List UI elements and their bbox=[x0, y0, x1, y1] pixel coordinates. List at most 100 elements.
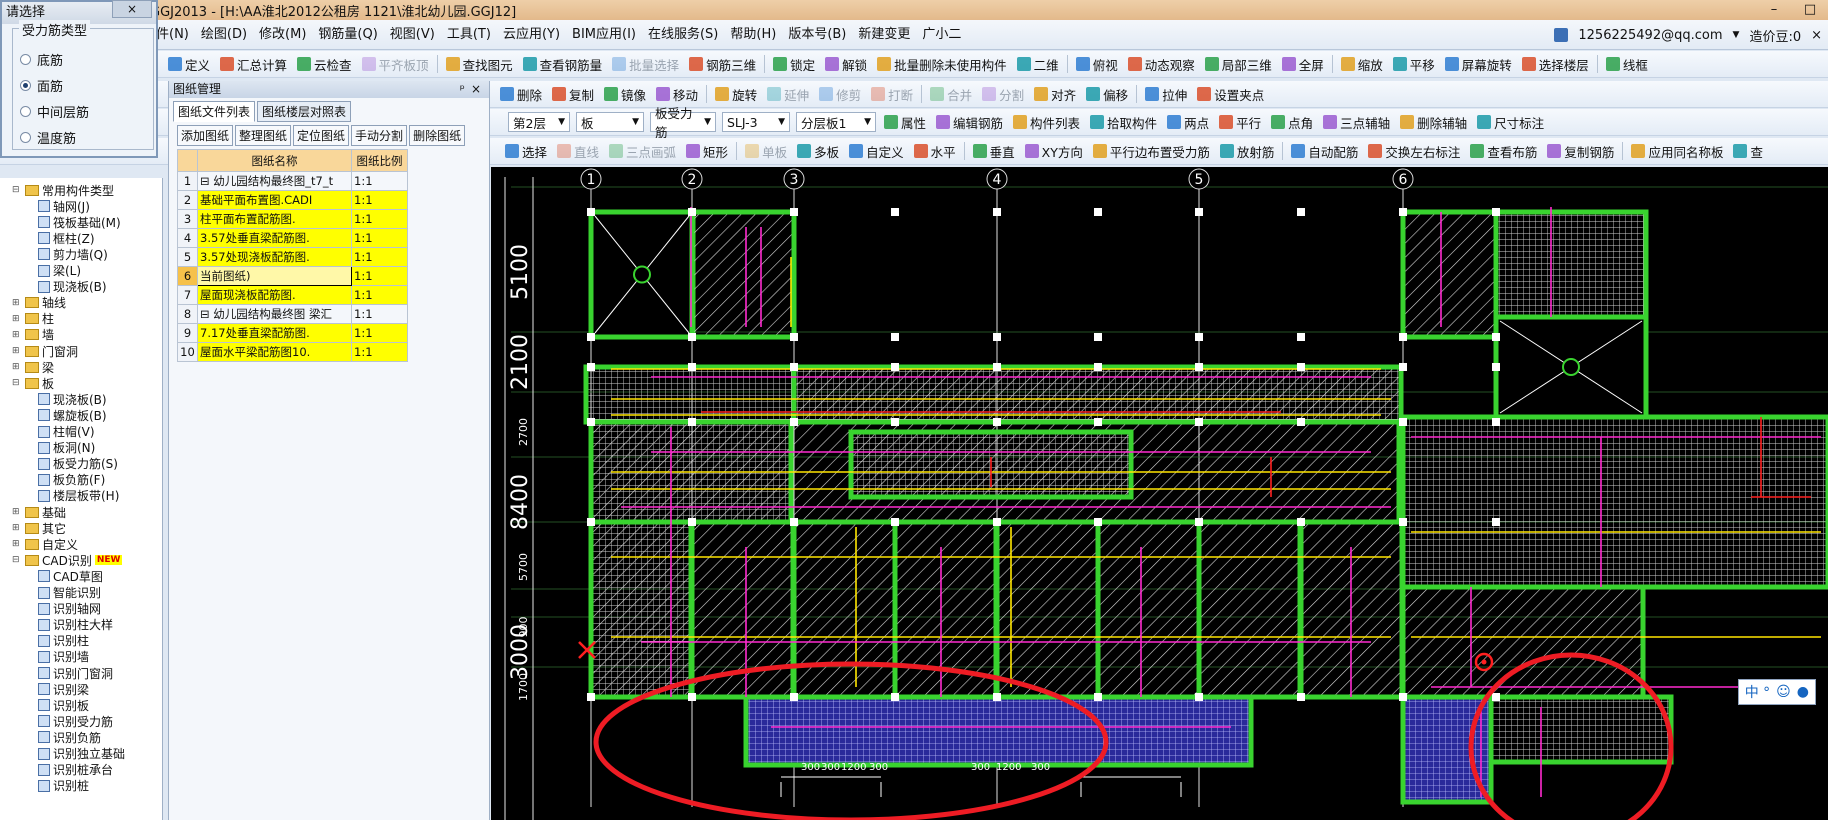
expand-icon[interactable]: ⊞ bbox=[12, 539, 22, 549]
panel-button-3[interactable]: 手动分割 bbox=[351, 125, 408, 146]
floor-select[interactable]: 第2层 ▼ bbox=[508, 112, 570, 132]
tree-item-7[interactable]: ⊞ 轴线 bbox=[12, 295, 66, 311]
menu-item-4[interactable]: 视图(V) bbox=[384, 20, 441, 50]
expand-icon[interactable]: ⊞ bbox=[12, 314, 22, 324]
menu-item-9[interactable]: 帮助(H) bbox=[724, 20, 782, 50]
toolbar2-btn-6[interactable]: 修剪 bbox=[814, 82, 866, 107]
component-btn-9[interactable]: 尺寸标注 bbox=[1472, 110, 1549, 135]
component-btn-6[interactable]: 点角 bbox=[1266, 110, 1318, 135]
toolbar1-btn-7[interactable]: 钢筋三维 bbox=[684, 52, 761, 77]
toolbar4-btn-10[interactable]: 平行边布置受力筋 bbox=[1088, 139, 1215, 164]
tree-item-16[interactable]: 板洞(N) bbox=[38, 440, 95, 456]
toolbar1-btn-3[interactable]: 平齐板顶 bbox=[357, 52, 434, 77]
tree-item-33[interactable]: 识别受力筋 bbox=[38, 713, 113, 729]
maximize-button[interactable]: □ bbox=[1792, 0, 1828, 20]
menu-item-2[interactable]: 修改(M) bbox=[253, 20, 312, 50]
toolbar2-btn-4[interactable]: 旋转 bbox=[710, 82, 762, 107]
table-row[interactable]: 6 当前图纸) 1:1 bbox=[177, 266, 408, 286]
toolbar4-btn-5[interactable]: 多板 bbox=[792, 139, 844, 164]
toolbar4-btn-12[interactable]: 自动配筋 bbox=[1286, 139, 1363, 164]
toolbar4-btn-3[interactable]: 矩形 bbox=[681, 139, 733, 164]
tree-item-17[interactable]: 板受力筋(S) bbox=[38, 456, 118, 472]
expand-icon[interactable]: ⊞ bbox=[12, 507, 22, 517]
toolbar4-btn-7[interactable]: 水平 bbox=[909, 139, 961, 164]
pin-icon[interactable]: ᵖ bbox=[460, 81, 465, 98]
menu-item-10[interactable]: 版本号(B) bbox=[782, 20, 852, 50]
radio-option-1[interactable]: 面筋 bbox=[20, 76, 63, 95]
tree-item-1[interactable]: 轴网(J) bbox=[38, 198, 90, 214]
tree-item-24[interactable]: CAD草图 bbox=[38, 568, 103, 584]
component-btn-7[interactable]: 三点辅轴 bbox=[1318, 110, 1395, 135]
tree-item-11[interactable]: ⊞ 梁 bbox=[12, 359, 54, 375]
expand-icon[interactable]: ⊟ bbox=[12, 185, 22, 195]
toolbar1-btn-18[interactable]: 屏幕旋转 bbox=[1440, 52, 1517, 77]
toolbar1-btn-0[interactable]: 定义 bbox=[163, 52, 215, 77]
tree-item-2[interactable]: 筏板基础(M) bbox=[38, 214, 121, 230]
layer-select[interactable]: 分层板1 ▼ bbox=[796, 112, 876, 132]
toolbar1-btn-5[interactable]: 查看钢筋量 bbox=[518, 52, 608, 77]
component-btn-0[interactable]: 属性 bbox=[879, 110, 931, 135]
cad-drawing[interactable]: 123456 510021002700840057009003000170030… bbox=[491, 167, 1828, 820]
tree-item-3[interactable]: 框柱(Z) bbox=[38, 230, 95, 246]
toolbar1-btn-20[interactable]: 线框 bbox=[1601, 52, 1653, 77]
tree-item-34[interactable]: 识别负筋 bbox=[38, 729, 101, 745]
toolbar4-btn-2[interactable]: 三点画弧 bbox=[604, 139, 681, 164]
emoji-icon[interactable]: ☺ bbox=[1776, 684, 1791, 700]
panel-tab-1[interactable]: 图纸楼层对照表 bbox=[257, 101, 352, 122]
tree-item-14[interactable]: 螺旋板(B) bbox=[38, 407, 107, 423]
radio-option-0[interactable]: 底筋 bbox=[20, 50, 63, 69]
account-dropdown-icon[interactable]: ▼ bbox=[1733, 30, 1740, 40]
menu-item-12[interactable]: 广小二 bbox=[916, 20, 967, 50]
radio-icon[interactable] bbox=[20, 54, 31, 65]
toolbar2-btn-9[interactable]: 分割 bbox=[977, 82, 1029, 107]
toolbar4-btn-17[interactable]: 查 bbox=[1728, 139, 1768, 164]
expand-icon[interactable]: ⊟ bbox=[12, 555, 22, 565]
toolbar4-btn-9[interactable]: XY方向 bbox=[1020, 139, 1088, 164]
component-btn-8[interactable]: 删除辅轴 bbox=[1395, 110, 1472, 135]
ime-bar[interactable]: 中 ° ☺ ● bbox=[1737, 679, 1816, 705]
menu-item-8[interactable]: 在线服务(S) bbox=[642, 20, 724, 50]
table-row[interactable]: 8 ⊟ 幼儿园结构最终图 梁汇 1:1 bbox=[177, 304, 408, 324]
panel-button-1[interactable]: 整理图纸 bbox=[235, 125, 292, 146]
tree-item-28[interactable]: 识别柱 bbox=[38, 633, 89, 649]
tree-item-26[interactable]: 识别轴网 bbox=[38, 601, 101, 617]
toolbar1-btn-19[interactable]: 选择楼层 bbox=[1517, 52, 1594, 77]
tree-item-4[interactable]: 剪力墙(Q) bbox=[38, 246, 108, 262]
tree-item-27[interactable]: 识别柱大样 bbox=[38, 617, 113, 633]
toolbar1-btn-6[interactable]: 批量选择 bbox=[607, 52, 684, 77]
toolbar1-btn-15[interactable]: 全屏 bbox=[1277, 52, 1329, 77]
toolbar4-btn-6[interactable]: 自定义 bbox=[844, 139, 909, 164]
close-window-button[interactable]: × bbox=[1811, 28, 1822, 43]
account-label[interactable]: 1256225492@qq.com bbox=[1578, 28, 1722, 43]
table-row[interactable]: 3 柱平面布置配筋图. 1:1 bbox=[177, 209, 408, 229]
menu-item-7[interactable]: BIM应用(I) bbox=[566, 20, 642, 50]
toolbar1-btn-8[interactable]: 锁定 bbox=[768, 52, 820, 77]
toolbar4-btn-15[interactable]: 复制钢筋 bbox=[1542, 139, 1619, 164]
toolbar2-btn-5[interactable]: 延伸 bbox=[762, 82, 814, 107]
table-row[interactable]: 2 基础平面布置图.CADI 1:1 bbox=[177, 190, 408, 210]
menu-item-5[interactable]: 工具(T) bbox=[441, 20, 497, 50]
toolbar1-btn-10[interactable]: 批量删除未使用构件 bbox=[872, 52, 1012, 77]
toolbar2-btn-0[interactable]: 删除 bbox=[495, 82, 547, 107]
radio-option-3[interactable]: 温度筋 bbox=[20, 128, 76, 147]
table-row[interactable]: 5 3.57处现浇板配筋图. 1:1 bbox=[177, 247, 408, 267]
radio-icon[interactable] bbox=[20, 80, 31, 91]
component-btn-3[interactable]: 拾取构件 bbox=[1085, 110, 1162, 135]
dialog-close-button[interactable]: × bbox=[112, 0, 152, 18]
tree-item-18[interactable]: 板负筋(F) bbox=[38, 472, 105, 488]
panel-button-2[interactable]: 定位图纸 bbox=[293, 125, 350, 146]
tree-item-22[interactable]: ⊞ 自定义 bbox=[12, 536, 78, 552]
toolbar4-btn-11[interactable]: 放射筋 bbox=[1215, 139, 1280, 164]
tree-item-15[interactable]: 柱帽(V) bbox=[38, 424, 95, 440]
expand-icon[interactable]: ⊞ bbox=[12, 523, 22, 533]
tree-item-31[interactable]: 识别梁 bbox=[38, 681, 89, 697]
toolbar1-btn-14[interactable]: 局部三维 bbox=[1200, 52, 1277, 77]
toolbar1-btn-12[interactable]: 俯视 bbox=[1071, 52, 1123, 77]
tree-item-23[interactable]: ⊟ CAD识别 NEW bbox=[12, 552, 123, 568]
toolbar4-btn-16[interactable]: 应用同名称板 bbox=[1626, 139, 1728, 164]
panel-button-4[interactable]: 删除图纸 bbox=[409, 125, 466, 146]
toolbar2-btn-7[interactable]: 打断 bbox=[866, 82, 918, 107]
toolbar4-btn-1[interactable]: 直线 bbox=[552, 139, 604, 164]
table-row[interactable]: 10 屋面水平梁配筋图10. 1:1 bbox=[177, 342, 408, 362]
tree-item-6[interactable]: 现浇板(B) bbox=[38, 279, 107, 295]
